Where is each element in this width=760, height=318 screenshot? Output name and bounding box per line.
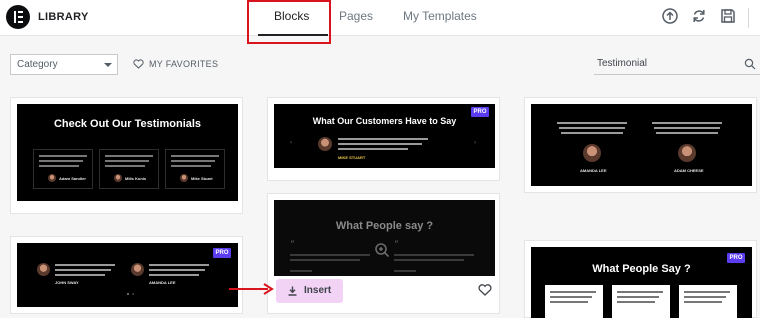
testimonial-box: Adam Sandler (33, 149, 93, 189)
active-tab-indicator (258, 34, 328, 36)
thumbnail-title: Check Out Our Testimonials (53, 118, 202, 130)
testimonial-box: Mike Stuart (165, 149, 225, 189)
insert-button-label: Insert (304, 285, 332, 296)
annotation-arrow-icon (229, 283, 274, 295)
thumbnail-title: What Our Customers Have to Say (312, 116, 457, 126)
avatar (37, 263, 50, 276)
thumbnail-title: What People Say ? (592, 263, 691, 275)
reviewer-name: JOHN SWAY (55, 280, 79, 285)
chevron-down-icon (104, 63, 112, 67)
reviewer-name: AMANDA LEE (580, 168, 607, 173)
reviewer-name: MIKE STUART (338, 155, 366, 160)
upload-icon[interactable] (661, 7, 679, 25)
search-value: Testimonial (597, 58, 648, 69)
avatar (131, 263, 144, 276)
sync-icon[interactable] (690, 7, 708, 25)
template-card-2[interactable]: PRO What Our Customers Have to Say ‹ › M… (267, 97, 500, 181)
reviewer-name: Adam Sandler (59, 176, 86, 181)
template-card-4[interactable]: PRO JOHN SWAY AMANDA LEE (10, 236, 243, 314)
next-arrow-icon: › (474, 140, 476, 146)
template-card-6[interactable]: PRO What People Say ? (524, 240, 757, 318)
prev-arrow-icon: ‹ (290, 140, 292, 146)
favorite-heart-icon[interactable] (478, 284, 492, 296)
reviewer-name: Mills Kunis (125, 176, 147, 181)
template-thumbnail: What People say ? “ “ (274, 200, 495, 276)
header-divider (748, 8, 749, 28)
avatar (180, 174, 188, 182)
avatar (583, 144, 601, 162)
testimonial-box (612, 285, 670, 318)
category-select[interactable]: Category (10, 54, 118, 75)
download-icon (288, 286, 297, 296)
quote-icon: “ (394, 240, 399, 250)
tab-blocks[interactable]: Blocks (274, 9, 309, 23)
library-modal: LIBRARY Blocks Pages My Templates Catego… (0, 0, 760, 318)
template-card-1[interactable]: Check Out Our Testimonials Adam Sandler … (10, 97, 243, 214)
template-thumbnail: Check Out Our Testimonials Adam Sandler … (17, 104, 238, 201)
template-thumbnail: PRO What Our Customers Have to Say ‹ › M… (274, 104, 495, 168)
template-thumbnail: AMANDA LEE ADAM CHEESE (531, 104, 752, 186)
avatar (678, 144, 696, 162)
elementor-logo-icon (6, 5, 30, 29)
testimonial-box: Mills Kunis (99, 149, 159, 189)
zoom-icon[interactable] (374, 242, 390, 258)
template-card-3[interactable]: AMANDA LEE ADAM CHEESE (524, 97, 757, 193)
pro-badge: PRO (213, 248, 231, 258)
avatar (318, 137, 332, 151)
reviewer-name: AMANDA LEE (149, 280, 176, 285)
reviewer-name: Mike Stuart (191, 176, 213, 181)
template-thumbnail: PRO JOHN SWAY AMANDA LEE (17, 243, 238, 307)
avatar (114, 174, 122, 182)
testimonial-box (679, 285, 737, 318)
library-title: LIBRARY (38, 11, 89, 23)
quote-icon: “ (290, 240, 295, 250)
search-input[interactable]: Testimonial (594, 54, 760, 75)
heart-icon (133, 59, 144, 69)
my-favorites-label: MY FAVORITES (149, 59, 219, 69)
library-header: LIBRARY Blocks Pages My Templates (0, 0, 760, 36)
category-select-value: Category (17, 59, 58, 70)
tab-pages[interactable]: Pages (339, 9, 373, 23)
testimonial-box (545, 285, 603, 318)
save-icon[interactable] (719, 7, 737, 25)
search-icon[interactable] (744, 58, 756, 70)
avatar (48, 174, 56, 182)
insert-button[interactable]: Insert (276, 279, 343, 303)
template-thumbnail: PRO What People Say ? (531, 247, 752, 318)
pro-badge: PRO (727, 253, 745, 263)
thumbnail-title: What People say ? (335, 220, 434, 232)
tab-my-templates[interactable]: My Templates (403, 9, 477, 23)
reviewer-name: ADAM CHEESE (674, 168, 704, 173)
